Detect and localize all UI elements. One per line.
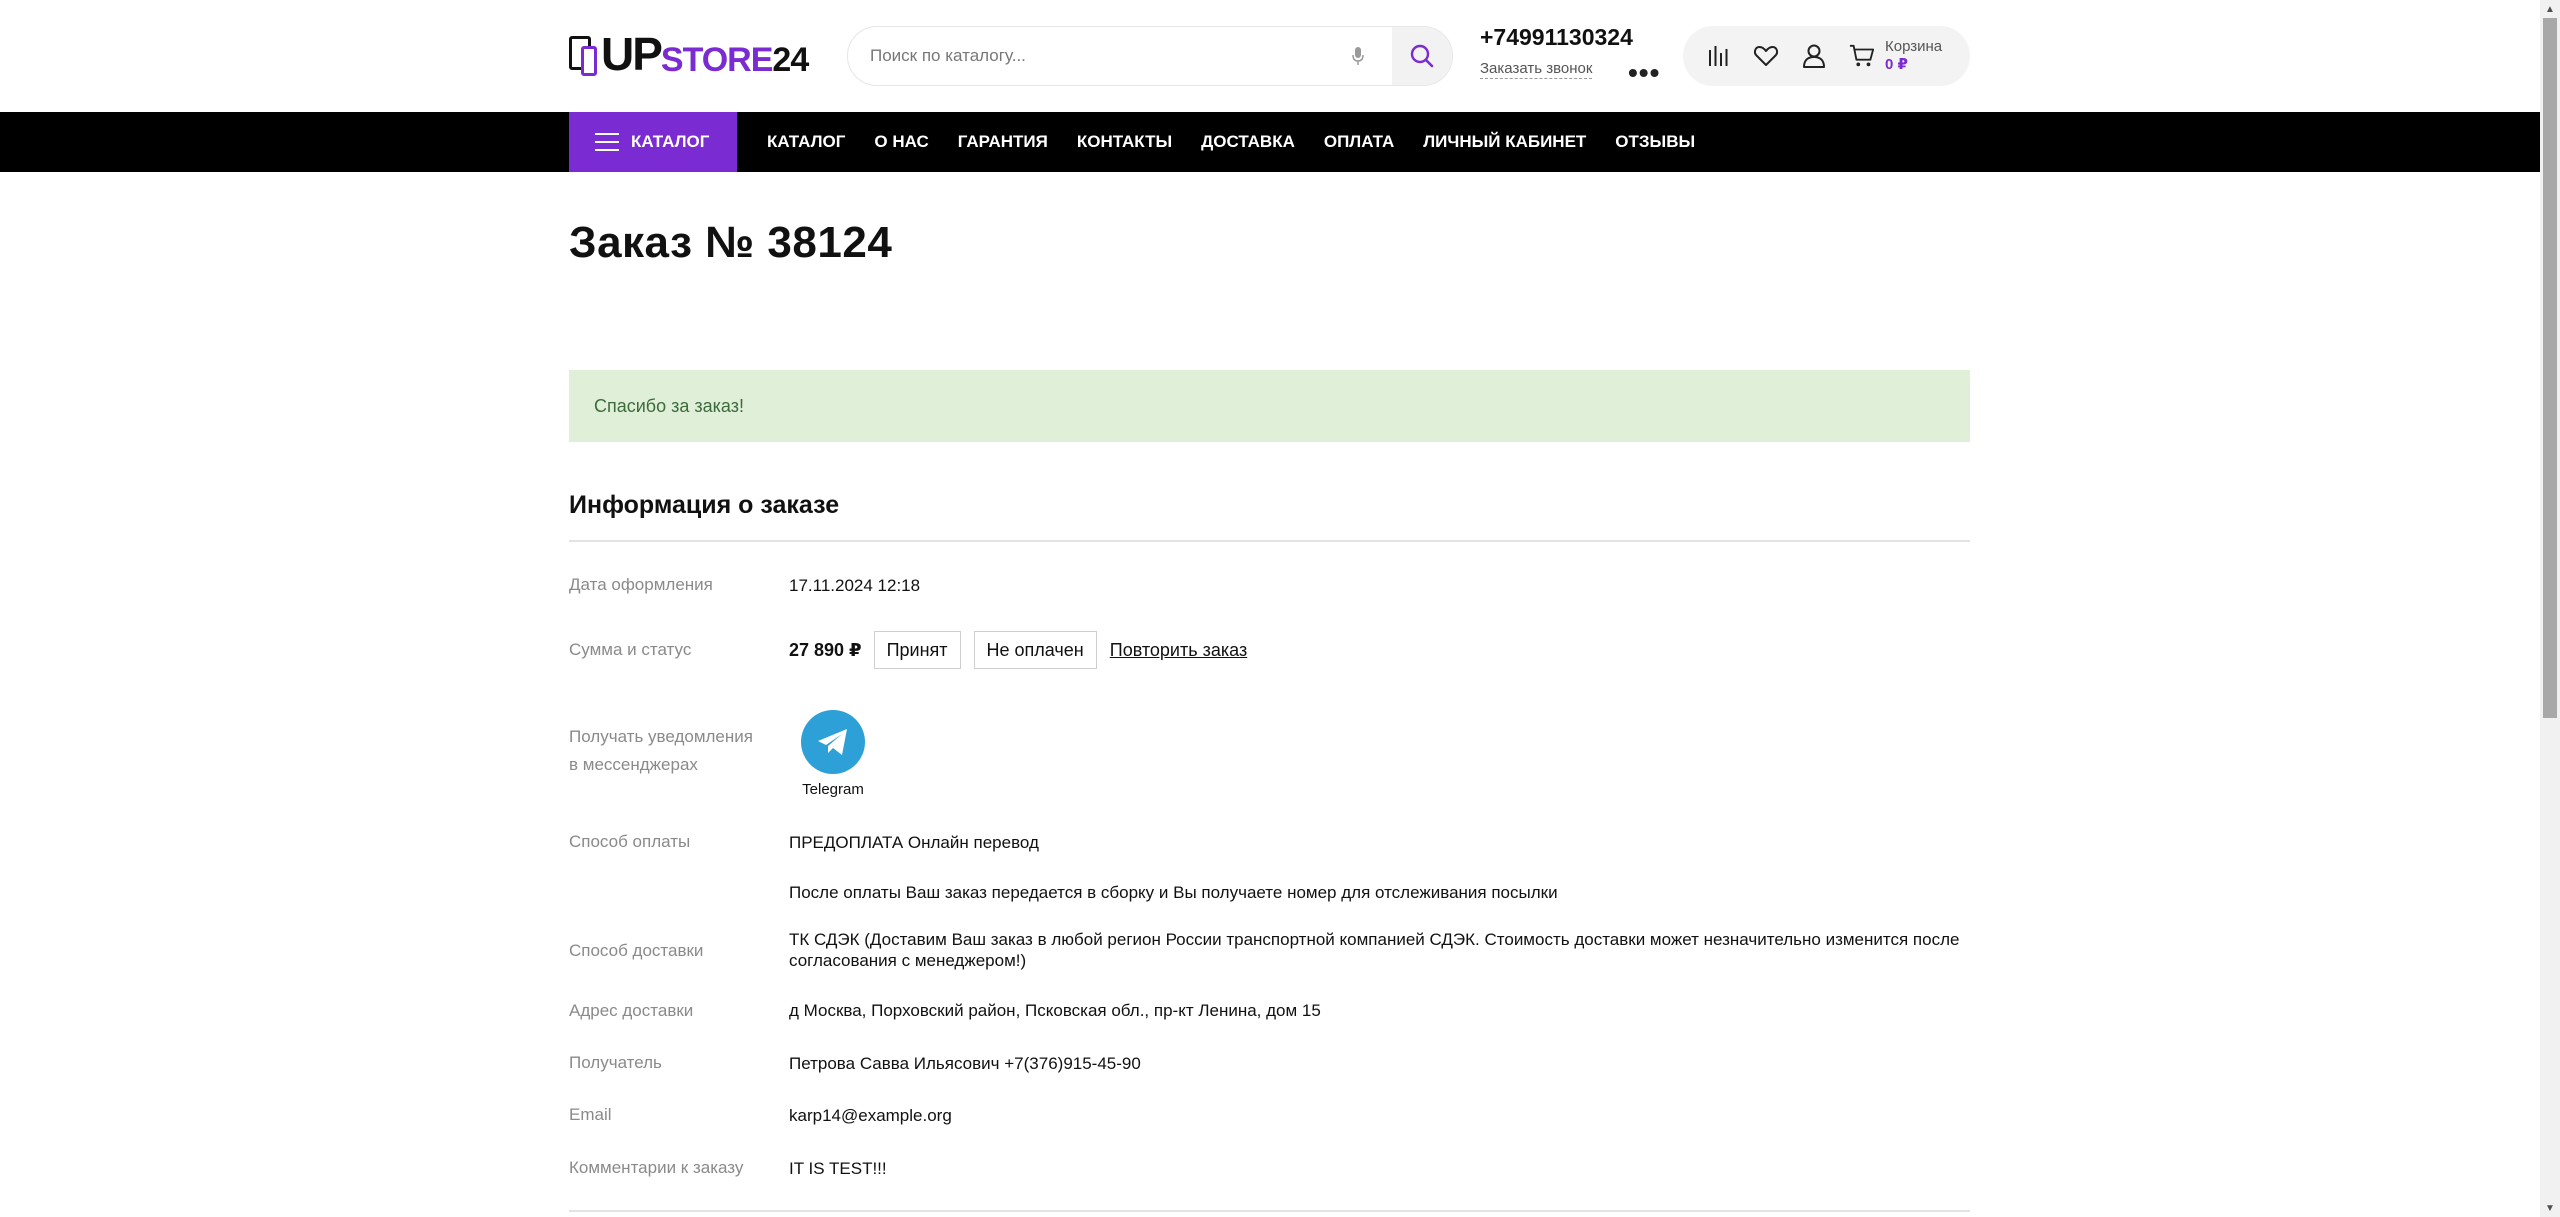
- main-nav: КАТАЛОГ КАТАЛОГ О НАС ГАРАНТИЯ КОНТАКТЫ …: [0, 112, 2540, 172]
- more-contacts-button[interactable]: •••: [1628, 59, 1660, 87]
- alert-text: Спасибо за заказ!: [594, 395, 744, 416]
- scroll-up-arrow-icon[interactable]: ▲: [2540, 0, 2560, 18]
- heart-icon[interactable]: [1753, 43, 1779, 69]
- date-value: 17.11.2024 12:18: [789, 576, 921, 595]
- search-icon: [1410, 44, 1434, 68]
- menu-icon: [595, 133, 619, 151]
- site-header: UP STORE 24 +74991130324 Заказать звонок…: [0, 0, 2540, 112]
- payment-value: ПРЕДОПЛАТА Онлайн перевод: [789, 833, 1039, 852]
- cart-summary[interactable]: Корзина 0 ₽: [1885, 38, 1942, 74]
- logo-text-24: 24: [772, 41, 809, 79]
- notify-label-line1: Получать уведомления: [569, 727, 753, 746]
- email-value: karp14@example.org: [789, 1106, 952, 1125]
- header-tools: Корзина 0 ₽: [1683, 26, 1970, 86]
- notify-label-line2: в мессенджерах: [569, 755, 698, 774]
- delivery-value: ТК СДЭК (Доставим Ваш заказ в любой реги…: [789, 930, 1960, 970]
- order-total: 27 890 ₽: [789, 639, 862, 660]
- success-alert: Спасибо за заказ!: [569, 370, 1970, 442]
- payment-note: После оплаты Ваш заказ передается в сбор…: [789, 883, 1558, 902]
- search-input[interactable]: [848, 27, 1338, 85]
- recipient-label: Получатель: [569, 1053, 662, 1072]
- comment-label: Комментарии к заказу: [569, 1158, 744, 1177]
- page-scrollbar[interactable]: ▲ ▼: [2540, 0, 2560, 1217]
- telegram-label: Telegram: [802, 781, 864, 798]
- mic-icon[interactable]: [1338, 36, 1378, 76]
- logo-text-store: STORE: [660, 41, 774, 79]
- site-logo[interactable]: UP STORE 24: [569, 28, 809, 80]
- section-divider: [569, 540, 1970, 542]
- scroll-down-arrow-icon[interactable]: ▼: [2540, 1199, 2560, 1217]
- date-label: Дата оформления: [569, 575, 713, 594]
- logo-phone-icon: [569, 32, 597, 76]
- phone-block: +74991130324 Заказать звонок •••: [1480, 24, 1670, 87]
- sum-label: Сумма и статус: [569, 640, 692, 659]
- address-label: Адрес доставки: [569, 1001, 694, 1020]
- search-bar: [847, 26, 1453, 86]
- repeat-order-link[interactable]: Повторить заказ: [1110, 640, 1247, 661]
- nav-link-about[interactable]: О НАС: [874, 132, 928, 152]
- cart-icon[interactable]: [1849, 43, 1875, 69]
- search-button[interactable]: [1392, 27, 1452, 85]
- catalog-menu-label: КАТАЛОГ: [631, 132, 710, 151]
- scrollbar-thumb[interactable]: [2543, 18, 2557, 718]
- nav-links: КАТАЛОГ О НАС ГАРАНТИЯ КОНТАКТЫ ДОСТАВКА…: [767, 112, 1724, 172]
- nav-link-contacts[interactable]: КОНТАКТЫ: [1077, 132, 1172, 152]
- nav-link-delivery[interactable]: ДОСТАВКА: [1201, 132, 1295, 152]
- telegram-button[interactable]: Telegram: [800, 710, 866, 798]
- nav-link-reviews[interactable]: ОТЗЫВЫ: [1615, 132, 1695, 152]
- nav-link-account[interactable]: ЛИЧНЫЙ КАБИНЕТ: [1423, 132, 1586, 152]
- recipient-value: Петрова Савва Ильясович +7(376)915-45-90: [789, 1054, 1141, 1073]
- page-title: Заказ № 38124: [569, 218, 893, 267]
- nav-link-payment[interactable]: ОПЛАТА: [1324, 132, 1394, 152]
- cart-label: Корзина: [1885, 38, 1943, 55]
- user-icon[interactable]: [1801, 43, 1827, 69]
- cart-sum: 0 ₽: [1885, 56, 1908, 73]
- email-label: Email: [569, 1105, 612, 1124]
- nav-link-warranty[interactable]: ГАРАНТИЯ: [958, 132, 1048, 152]
- phone-number[interactable]: +74991130324: [1480, 24, 1670, 51]
- sum-status-row: 27 890 ₽ Принят Не оплачен Повторить зак…: [789, 631, 1247, 669]
- bottom-divider: [569, 1210, 1970, 1212]
- compare-icon[interactable]: [1705, 43, 1731, 69]
- telegram-icon: [801, 710, 865, 774]
- section-title: Информация о заказе: [569, 491, 840, 519]
- nav-link-catalog[interactable]: КАТАЛОГ: [767, 132, 845, 152]
- address-value: д Москва, Порховский район, Псковская об…: [789, 1001, 1321, 1020]
- callback-link[interactable]: Заказать звонок: [1480, 60, 1593, 79]
- payment-label: Способ оплаты: [569, 832, 691, 851]
- status-badge-accepted: Принят: [873, 631, 961, 669]
- catalog-menu-button[interactable]: КАТАЛОГ: [569, 112, 737, 172]
- comment-value: IT IS TEST!!!: [789, 1159, 887, 1178]
- status-badge-payment: Не оплачен: [973, 631, 1097, 669]
- logo-text-up: UP: [601, 28, 663, 80]
- delivery-label: Способ доставки: [569, 941, 704, 960]
